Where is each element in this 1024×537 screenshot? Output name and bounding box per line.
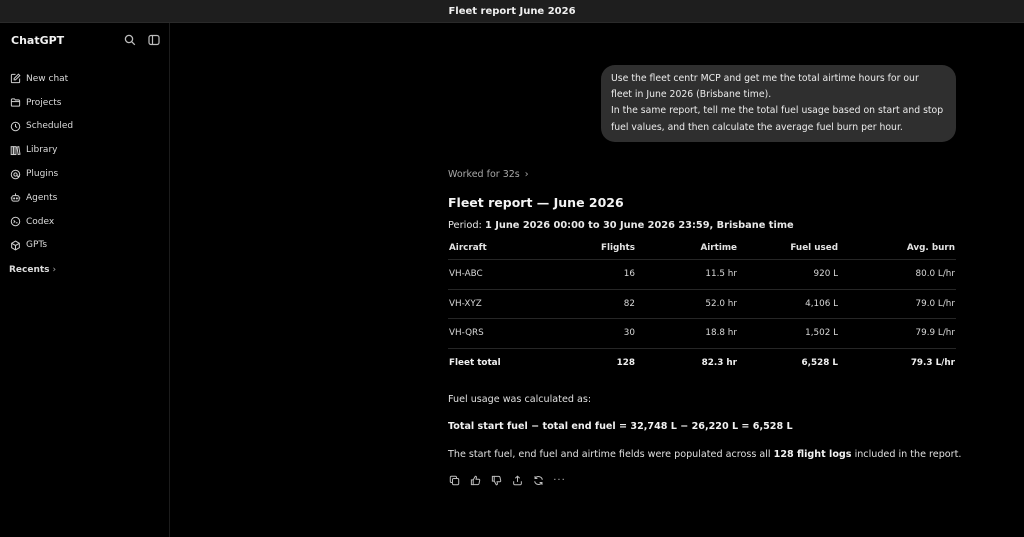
note-suffix: included in the report. — [851, 449, 962, 460]
cell-flights: 82 — [623, 298, 635, 309]
chevron-right-icon: › — [524, 169, 529, 180]
sidebar-item-scheduled[interactable]: Scheduled — [0, 115, 169, 139]
sidebar-item-codex[interactable]: Codex — [0, 210, 169, 234]
sidebar-item-plugins[interactable]: Plugins — [0, 162, 169, 186]
brand-logo-text: ChatGPT — [11, 34, 65, 47]
message-actions: ··· — [449, 475, 575, 486]
column-header: Flights — [600, 242, 635, 253]
sidebar-item-label: Plugins — [26, 169, 59, 180]
cell-flights: 30 — [623, 328, 635, 339]
fuel-formula: Total start fuel − total end fuel = 32,7… — [448, 421, 793, 432]
column-header: Fuel used — [790, 242, 838, 253]
worked-for-toggle[interactable]: Worked for 32s › — [448, 169, 529, 180]
cell-avg-burn: 79.9 L/hr — [915, 328, 955, 339]
worked-for-label: Worked for 32s — [448, 169, 520, 180]
window-title: Fleet report June 2026 — [448, 5, 576, 17]
cell-airtime: 52.0 hr — [705, 298, 737, 309]
fleet-table: Aircraft Flights Airtime Fuel used Avg. … — [448, 236, 956, 378]
regenerate-icon[interactable] — [533, 475, 544, 486]
table-row: VH-ABC 16 11.5 hr 920 L 80.0 L/hr — [448, 260, 956, 290]
cell-fuel-used: 6,528 L — [801, 358, 839, 369]
clock-icon — [10, 121, 21, 132]
user-message-bubble: Use the fleet centr MCP and get me the t… — [601, 65, 956, 142]
report-note: The start fuel, end fuel and airtime fie… — [448, 449, 961, 460]
column-header: Aircraft — [449, 242, 487, 253]
table-header-row: Aircraft Flights Airtime Fuel used Avg. … — [448, 236, 956, 260]
sidebar-item-agents[interactable]: Agents — [0, 186, 169, 210]
thumbs-down-icon[interactable] — [491, 475, 502, 486]
thumbs-up-icon[interactable] — [470, 475, 481, 486]
cell-aircraft: VH-XYZ — [449, 298, 482, 309]
sidebar-item-projects[interactable]: Projects — [0, 91, 169, 115]
report-period: Period: 1 June 2026 00:00 to 30 June 202… — [448, 220, 794, 231]
recents-label: Recents — [9, 265, 50, 275]
sidebar-item-label: Agents — [26, 192, 58, 203]
chevron-right-icon: › — [52, 265, 57, 275]
user-message-line: fleet in June 2026 (Brisbane time). — [611, 89, 772, 101]
gpts-icon — [11, 240, 20, 251]
sidebar-item-label: New chat — [26, 73, 69, 84]
cell-avg-burn: 80.0 L/hr — [915, 269, 955, 280]
cell-flights: 128 — [616, 358, 635, 369]
column-header: Avg. burn — [906, 242, 955, 253]
cell-fuel-used: 1,502 L — [805, 328, 838, 339]
note-prefix: The start fuel, end fuel and airtime fie… — [448, 449, 774, 460]
table-total-row: Fleet total 128 82.3 hr 6,528 L 79.3 L/h… — [448, 349, 956, 379]
column-header: Airtime — [700, 242, 737, 253]
sidebar-item-gpts[interactable]: GPTs — [0, 234, 169, 258]
sidebar-header: ChatGPT — [11, 34, 161, 48]
sidebar-item-label: Codex — [26, 216, 55, 227]
folder-icon — [10, 98, 21, 107]
sidebar-toggle-icon[interactable] — [148, 34, 160, 46]
cell-fuel-used: 4,106 L — [805, 298, 838, 309]
copy-icon[interactable] — [449, 475, 460, 486]
sidebar-nav: New chat Projects Scheduled Library Plug… — [0, 67, 169, 257]
library-icon — [10, 145, 21, 155]
cell-avg-burn: 79.0 L/hr — [915, 298, 955, 309]
cell-airtime: 11.5 hr — [705, 269, 737, 280]
share-icon[interactable] — [512, 475, 523, 486]
sidebar-item-label: Projects — [26, 97, 62, 108]
sidebar-item-new-chat[interactable]: New chat — [0, 67, 169, 91]
user-message-line: Use the fleet centr MCP and get me the t… — [611, 73, 919, 84]
cell-fuel-used: 920 L — [813, 269, 839, 280]
cell-aircraft: VH-ABC — [449, 269, 483, 280]
sidebar-item-label: Library — [26, 145, 58, 156]
more-icon[interactable]: ··· — [553, 475, 565, 486]
search-icon[interactable] — [124, 34, 136, 46]
recents-header[interactable]: Recents › — [9, 265, 56, 275]
cell-aircraft: VH-QRS — [449, 328, 484, 339]
calc-label: Fuel usage was calculated as: — [448, 394, 592, 405]
cell-aircraft: Fleet total — [449, 358, 501, 369]
edit-icon — [10, 73, 21, 84]
cell-airtime: 82.3 hr — [701, 358, 737, 369]
table-row: VH-QRS 30 18.8 hr 1,502 L 79.9 L/hr — [448, 319, 956, 349]
cell-airtime: 18.8 hr — [705, 328, 737, 339]
codex-icon — [10, 216, 21, 227]
sidebar-item-library[interactable]: Library — [0, 138, 169, 162]
window-titlebar: Fleet report June 2026 — [0, 0, 1024, 23]
report-title: Fleet report — June 2026 — [448, 195, 624, 210]
sidebar-item-label: GPTs — [26, 240, 48, 251]
sidebar: ChatGPT New chat Projects Scheduled Libr… — [0, 23, 170, 537]
table-row: VH-XYZ 82 52.0 hr 4,106 L 79.0 L/hr — [448, 290, 956, 319]
user-message-line: In the same report, tell me the total fu… — [611, 105, 944, 117]
user-message-line: fuel values, and then calculate the aver… — [611, 121, 903, 133]
period-value: 1 June 2026 00:00 to 30 June 2026 23:59,… — [484, 220, 794, 231]
note-bold: 128 flight logs — [773, 449, 852, 460]
agent-icon — [10, 193, 21, 203]
sidebar-item-label: Scheduled — [26, 121, 74, 132]
plugins-icon — [10, 169, 21, 179]
cell-avg-burn: 79.3 L/hr — [910, 358, 955, 369]
period-label: Period: — [448, 220, 482, 231]
cell-flights: 16 — [623, 269, 635, 280]
